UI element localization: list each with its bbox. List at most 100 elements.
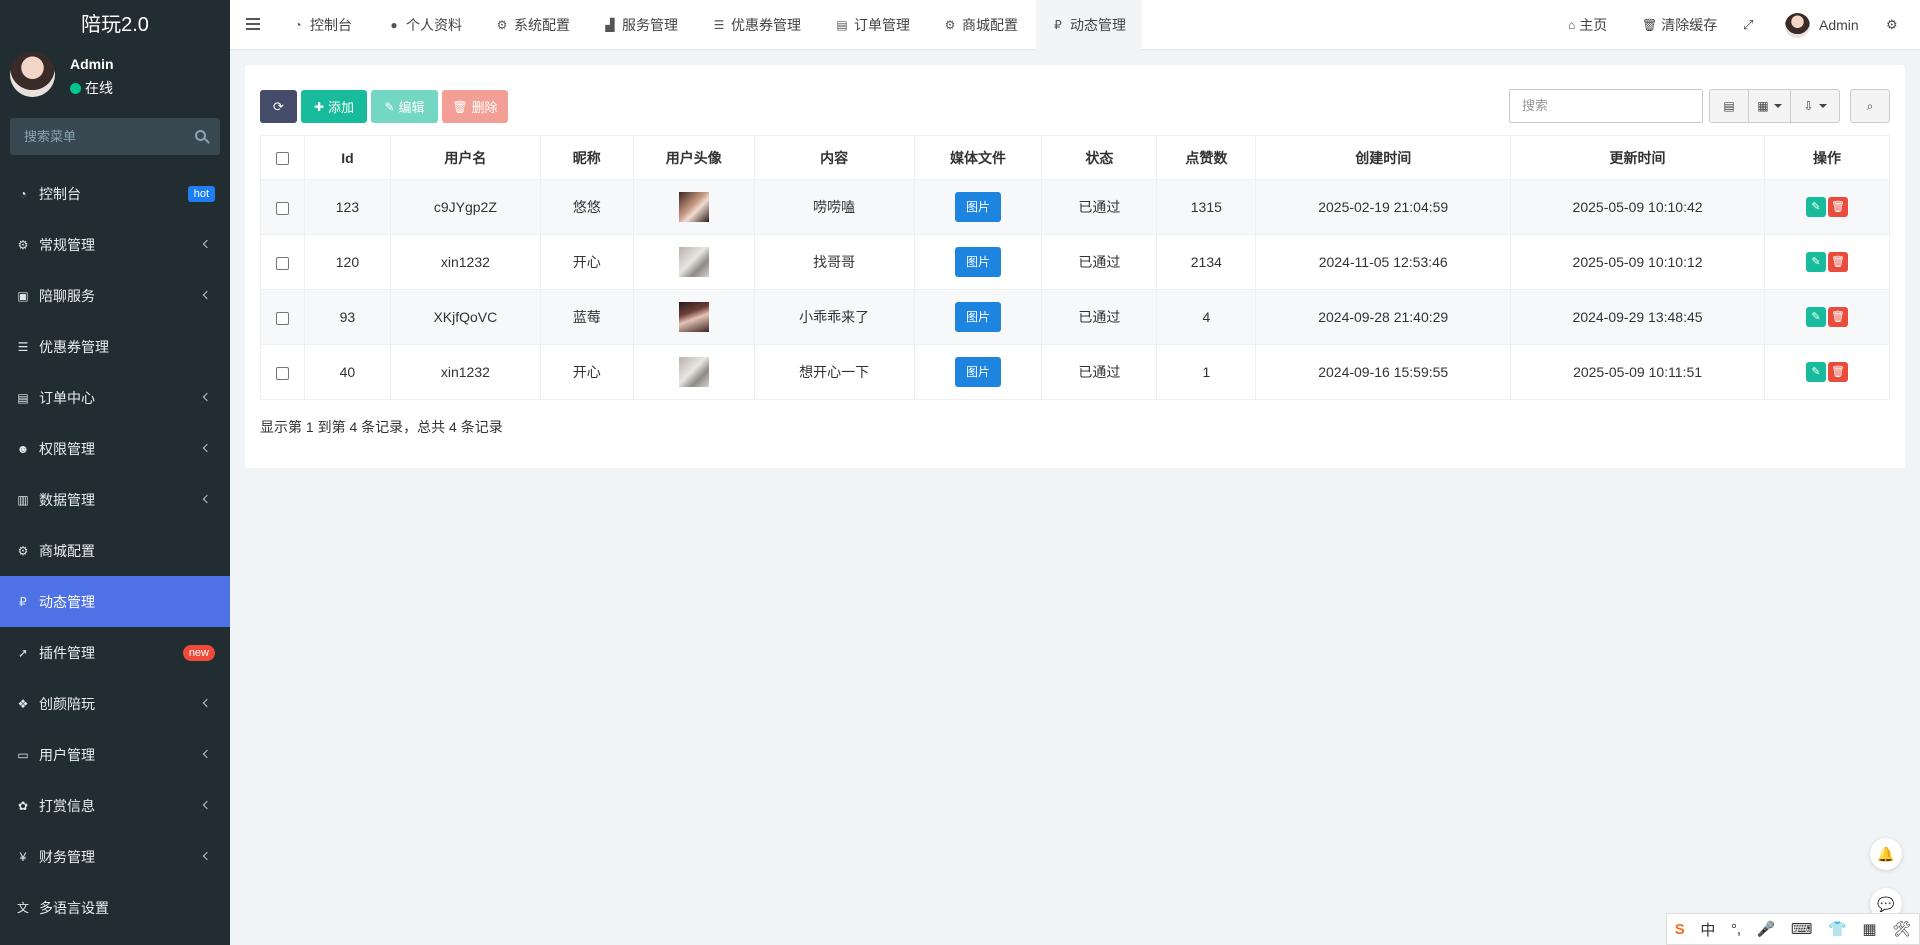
media-image-button[interactable]: 图片 [955,302,1001,332]
table-row[interactable]: 123 c9JYgp2Z 悠悠 唠唠嗑 图片 已通过 1315 2025-02-… [260,179,1891,235]
columns-button[interactable]: ▦ [1748,89,1791,123]
table-row[interactable]: 120 xin1232 开心 找哥哥 图片 已通过 2134 2024-11-0… [260,234,1891,290]
delete-button[interactable]: 🗑 删除 [442,90,508,123]
sidebar-item-moments[interactable]: ₽ 动态管理 [0,576,230,627]
delete-label: 删除 [471,100,498,115]
notification-float-button[interactable]: 🔔 [1870,838,1902,870]
chevron-left-icon [202,239,212,249]
row-edit-button[interactable]: ✎ [1805,362,1826,382]
col-status[interactable]: 状态 [1041,135,1158,180]
table-search-input[interactable]: 搜索 [1509,89,1703,123]
sidebar-item-general[interactable]: ⚙ 常规管理 [0,219,230,270]
sidebar-item-finance[interactable]: ¥ 财务管理 [0,831,230,882]
tab-label: 系统配置 [514,17,570,33]
clear-cache-button[interactable]: 🗑 清除缓存 [1642,0,1717,50]
sidebar-item-mall-config[interactable]: ⚙ 商城配置 [0,525,230,576]
cell-actions: ✎ 🗑 [1763,289,1891,345]
cell-status: 已通过 [1041,234,1158,290]
tab-dashboard[interactable]: ◔ 控制台 [292,0,352,50]
menu-search-input[interactable]: 搜索菜单 [10,118,220,155]
user-avatar-thumbnail[interactable] [678,247,709,277]
media-image-button[interactable]: 图片 [955,247,1001,277]
ime-punctuation-icon[interactable]: °, [1731,921,1741,938]
col-created[interactable]: 创建时间 [1255,135,1512,180]
tab-service[interactable]: ▟ 服务管理 [604,0,678,50]
sidebar-item-chat-service[interactable]: ▣ 陪聊服务 [0,270,230,321]
fullscreen-button[interactable]: ⤢ [1743,0,1753,50]
row-checkbox[interactable] [275,201,289,215]
edit-button[interactable]: ✎ 编辑 [371,90,438,123]
sidebar-item-dashboard[interactable]: ◔ 控制台 hot [0,168,230,219]
sidebar-item-orders[interactable]: ▤ 订单中心 [0,372,230,423]
tab-mall-config[interactable]: ⚙ 商城配置 [944,0,1018,50]
sidebar-item-users[interactable]: ▭ 用户管理 [0,729,230,780]
col-media[interactable]: 媒体文件 [913,135,1043,180]
table-row[interactable]: 40 xin1232 开心 想开心一下 图片 已通过 1 2024-09-16 … [260,344,1891,400]
col-nickname[interactable]: 昵称 [539,135,634,180]
home-link[interactable]: ⌂ 主页 [1568,0,1607,50]
row-checkbox[interactable] [275,311,289,325]
cell-media: 图片 [913,289,1043,345]
toolbox-icon[interactable]: ▦ [1862,920,1876,938]
select-all-checkbox[interactable] [275,152,289,166]
sidebar-item-coupons[interactable]: ☰ 优惠券管理 [0,321,230,372]
export-button[interactable]: ⇩ [1790,89,1840,123]
search-icon[interactable] [195,130,206,141]
box-icon: ▣ [17,288,29,303]
col-id[interactable]: Id [303,135,391,180]
sidebar-item-label: 创颜陪玩 [39,695,95,712]
sidebar-item-tips[interactable]: ✿ 打赏信息 [0,780,230,831]
col-username[interactable]: 用户名 [389,135,541,180]
tab-orders[interactable]: ▤ 订单管理 [836,0,910,50]
tab-system-config[interactable]: ⚙ 系统配置 [496,0,570,50]
add-button[interactable]: ✚ 添加 [301,90,367,123]
row-edit-button[interactable]: ✎ [1805,197,1826,217]
row-delete-button[interactable]: 🗑 [1827,307,1848,327]
advanced-search-button[interactable]: ⌕ [1850,89,1890,123]
col-updated[interactable]: 更新时间 [1510,135,1765,180]
admin-menu[interactable]: Admin [1785,0,1859,50]
row-delete-button[interactable]: 🗑 [1827,197,1848,217]
user-panel: Admin 在线 [0,50,230,108]
toggle-view-button[interactable]: ▤ [1709,89,1749,123]
refresh-button[interactable]: ⟳ [260,90,297,123]
cell-nickname: 蓝莓 [539,289,634,345]
row-edit-button[interactable]: ✎ [1805,252,1826,272]
keyboard-icon[interactable]: ⌨ [1791,920,1813,938]
tab-moments[interactable]: ₽ 动态管理 [1036,0,1142,50]
sidebar-item-label: 插件管理 [39,644,95,661]
col-avatar[interactable]: 用户头像 [632,135,755,180]
tab-coupons[interactable]: ☰ 优惠券管理 [713,0,801,50]
row-delete-button[interactable]: 🗑 [1827,362,1848,382]
sogou-logo-icon[interactable]: S [1675,921,1685,938]
sidebar-item-chuangyan[interactable]: ❖ 创颜陪玩 [0,678,230,729]
sidebar-item-data[interactable]: ▥ 数据管理 [0,474,230,525]
app-logo[interactable]: 陪玩2.0 [0,0,230,50]
sidebar-item-label: 数据管理 [39,491,95,508]
ime-chinese-mode[interactable]: 中 [1700,919,1715,940]
col-content[interactable]: 内容 [753,135,915,180]
row-edit-button[interactable]: ✎ [1805,307,1826,327]
user-avatar-thumbnail[interactable] [678,302,709,332]
tools-icon[interactable]: 🛠 [1892,920,1911,938]
menu-toggle-icon[interactable] [246,18,260,30]
row-delete-button[interactable]: 🗑 [1827,252,1848,272]
skin-icon[interactable]: 👕 [1828,920,1847,938]
microphone-icon[interactable]: 🎤 [1757,920,1776,938]
media-image-button[interactable]: 图片 [955,192,1001,222]
sidebar-item-language[interactable]: 文 多语言设置 [0,882,230,933]
sidebar-item-plugins[interactable]: ➚ 插件管理 new [0,627,230,678]
user-avatar-thumbnail[interactable] [678,192,709,222]
tab-profile[interactable]: ● 个人资料 [388,0,462,50]
cell-content: 找哥哥 [753,234,915,290]
table-row[interactable]: 93 XKjfQoVC 蓝莓 小乖乖来了 图片 已通过 4 2024-09-28… [260,289,1891,345]
col-likes[interactable]: 点赞数 [1156,135,1257,180]
row-checkbox[interactable] [275,256,289,270]
row-checkbox[interactable] [275,366,289,380]
cell-likes: 2134 [1156,234,1257,290]
sidebar-item-permissions[interactable]: ☻ 权限管理 [0,423,230,474]
user-avatar-thumbnail[interactable] [678,357,709,387]
media-image-button[interactable]: 图片 [955,357,1001,387]
tab-label: 订单管理 [854,17,910,33]
settings-button[interactable]: ⚙ [1886,0,1898,50]
